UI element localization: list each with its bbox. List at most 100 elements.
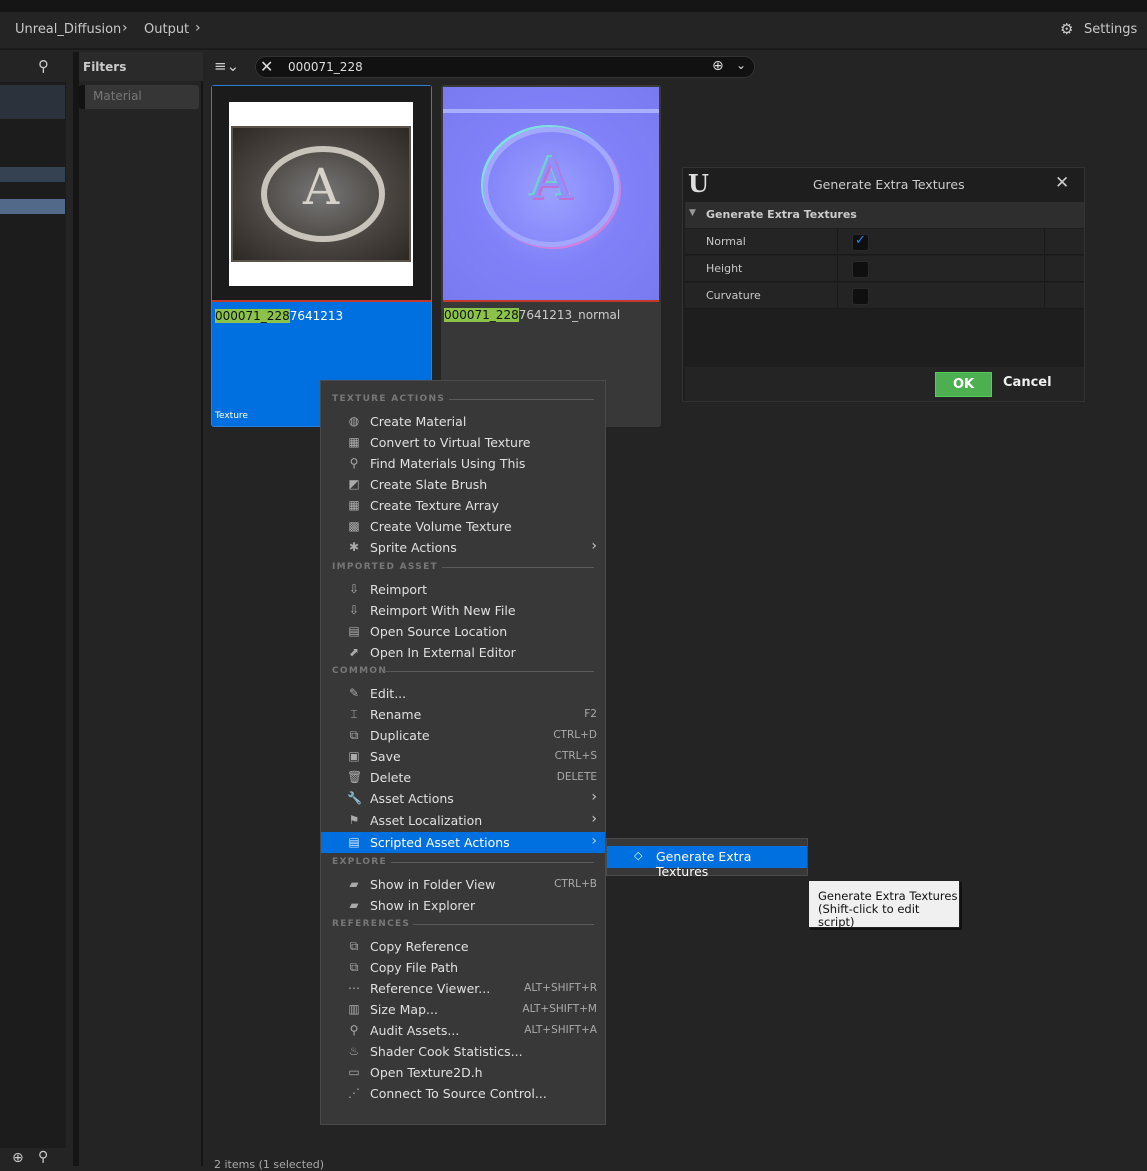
- close-icon[interactable]: ✕: [1055, 173, 1069, 193]
- code-icon: ▭: [348, 1065, 360, 1079]
- search-input[interactable]: ✕ 000071_228 ⊕ ⌄: [255, 56, 755, 78]
- divider: [449, 399, 594, 400]
- menu-item-delete[interactable]: 🗑 Delete DELETE: [321, 767, 605, 788]
- menu-item-reimport[interactable]: ⇩ Reimport: [321, 579, 605, 600]
- search-icon[interactable]: ⚲: [38, 1149, 48, 1165]
- checker-icon: ▦: [348, 435, 360, 449]
- sources-panel: ⚲ ⊕ ⚲: [0, 52, 66, 1166]
- menu-item-label: Asset Actions: [370, 791, 454, 806]
- menu-item-scripted-asset-actions[interactable]: ▤ Scripted Asset Actions ›: [321, 832, 605, 853]
- asset-tile[interactable]: A 000071_2287641213 Texture: [211, 85, 432, 427]
- status-text: 2 items (1 selected): [214, 1158, 325, 1171]
- menu-item-asset-localization[interactable]: ⚑ Asset Localization ›: [321, 810, 605, 831]
- filter-icon[interactable]: ≡⌄: [214, 57, 239, 75]
- menu-item-edit[interactable]: ✎ Edit...: [321, 683, 605, 704]
- menu-item-label: Delete: [370, 770, 412, 785]
- curvature-checkbox[interactable]: [852, 288, 869, 305]
- gear-icon[interactable]: ⚙: [1060, 20, 1073, 38]
- menu-item-convert-to-virtual-texture[interactable]: ▦ Convert to Virtual Texture: [321, 432, 605, 453]
- filter-chip-material[interactable]: Material: [79, 85, 199, 109]
- option-row-normal: Normal ✓: [685, 229, 1084, 255]
- add-icon[interactable]: ⊕: [12, 1150, 24, 1166]
- menu-item-label: Reference Viewer...: [370, 981, 491, 996]
- path-bar: Unreal_Diffusion › Output › ⚙ Settings: [0, 12, 1147, 50]
- shortcut-label: CTRL+D: [553, 729, 597, 741]
- source-control-icon: ⋰: [348, 1086, 360, 1100]
- chevron-right-icon[interactable]: ›: [122, 20, 128, 36]
- menu-item-label: Show in Folder View: [370, 877, 496, 892]
- reimport-icon: ⇩: [348, 603, 360, 617]
- menu-item-open-source-location[interactable]: ▤ Open Source Location: [321, 621, 605, 642]
- breadcrumb-output[interactable]: Output: [144, 22, 189, 37]
- reimport-icon: ⇩: [348, 582, 360, 596]
- menu-item-rename[interactable]: ⌶ Rename F2: [321, 704, 605, 725]
- menu-item-create-slate-brush[interactable]: ◩ Create Slate Brush: [321, 474, 605, 495]
- search-icon: ⚲: [349, 456, 359, 470]
- menu-section-header: COMMON: [332, 666, 388, 676]
- menu-item-label: Audit Assets...: [370, 1023, 460, 1038]
- menu-item-label: Create Volume Texture: [370, 519, 512, 534]
- filters-panel: Filters Material: [73, 52, 203, 1166]
- menu-item-label: Edit...: [370, 686, 407, 701]
- folder-item[interactable]: [0, 167, 65, 182]
- unreal-logo-icon: U: [688, 169, 709, 198]
- sizemap-icon: ▥: [348, 1002, 360, 1016]
- menu-item-audit-assets[interactable]: ⚲ Audit Assets... ALT+SHIFT+A: [321, 1020, 605, 1041]
- asset-tile[interactable]: A 000071_2287641213_normal: [441, 85, 661, 427]
- asset-type: Texture: [215, 411, 248, 421]
- menu-item-find-materials-using-this[interactable]: ⚲ Find Materials Using This: [321, 453, 605, 474]
- ok-button[interactable]: OK: [935, 372, 992, 397]
- menu-item-create-volume-texture[interactable]: ▩ Create Volume Texture: [321, 516, 605, 537]
- clear-icon[interactable]: ✕: [260, 57, 273, 76]
- menu-item-open-texture2d-h[interactable]: ▭ Open Texture2D.h: [321, 1062, 605, 1083]
- menu-item-shader-cook-statistics[interactable]: ♨ Shader Cook Statistics...: [321, 1041, 605, 1062]
- submenu: ◇ Generate Extra Textures: [606, 838, 808, 879]
- menu-item-copy-reference[interactable]: ⧉ Copy Reference: [321, 936, 605, 957]
- add-search-icon[interactable]: ⊕: [712, 58, 724, 74]
- menu-item-reimport-with-new-file[interactable]: ⇩ Reimport With New File: [321, 600, 605, 621]
- menu-item-size-map[interactable]: ▥ Size Map... ALT+SHIFT+M: [321, 999, 605, 1020]
- menu-item-show-in-explorer[interactable]: ▰ Show in Explorer: [321, 895, 605, 916]
- breadcrumb-unreal-diffusion[interactable]: Unreal_Diffusion: [15, 22, 121, 37]
- normal-checkbox[interactable]: ✓: [852, 233, 869, 251]
- menu-item-label: Copy Reference: [370, 939, 469, 954]
- checker-icon: ▦: [348, 498, 360, 512]
- menu-item-copy-file-path[interactable]: ⧉ Copy File Path: [321, 957, 605, 978]
- menu-item-label: Open Texture2D.h: [370, 1065, 483, 1080]
- cancel-button[interactable]: Cancel: [1003, 375, 1052, 390]
- copy-icon: ⧉: [349, 960, 359, 974]
- menu-item-create-texture-array[interactable]: ▦ Create Texture Array: [321, 495, 605, 516]
- menu-item-reference-viewer[interactable]: ⋯ Reference Viewer... ALT+SHIFT+R: [321, 978, 605, 999]
- chevron-right-icon: ›: [591, 833, 597, 849]
- menu-item-sprite-actions[interactable]: ✱ Sprite Actions ›: [321, 537, 605, 558]
- chevron-right-icon[interactable]: ›: [195, 20, 201, 36]
- title-bar: [0, 0, 1147, 12]
- folder-item[interactable]: [0, 85, 65, 119]
- chevron-right-icon: ›: [591, 538, 597, 554]
- divider: [391, 862, 594, 863]
- menu-item-connect-to-source-control[interactable]: ⋰ Connect To Source Control...: [321, 1083, 605, 1104]
- section-header[interactable]: ▼ Generate Extra Textures: [685, 202, 1084, 228]
- folder-item[interactable]: [0, 199, 65, 214]
- menu-item-label: Create Slate Brush: [370, 477, 488, 492]
- shortcut-label: CTRL+S: [554, 750, 597, 762]
- menu-item-duplicate[interactable]: ⧉ Duplicate CTRL+D: [321, 725, 605, 746]
- search-icon[interactable]: ⚲: [38, 57, 49, 75]
- emblem-image: A: [303, 158, 340, 216]
- option-label: Normal: [706, 235, 746, 248]
- checkmark-icon: ✓: [855, 233, 866, 248]
- settings-button[interactable]: Settings: [1084, 22, 1137, 37]
- section-title: Generate Extra Textures: [706, 208, 857, 221]
- menu-item-save[interactable]: ▣ Save CTRL+S: [321, 746, 605, 767]
- menu-item-open-in-external-editor[interactable]: ⬈ Open In External Editor: [321, 642, 605, 663]
- menu-item-label: Show in Explorer: [370, 898, 476, 913]
- menu-item-create-material[interactable]: ◍ Create Material: [321, 411, 605, 432]
- chevron-down-icon[interactable]: ⌄: [736, 58, 746, 72]
- audit-icon: ⚲: [349, 1023, 359, 1037]
- triangle-down-icon[interactable]: ▼: [689, 208, 696, 218]
- height-checkbox[interactable]: [852, 261, 869, 278]
- menu-item-generate-extra-textures[interactable]: ◇ Generate Extra Textures: [607, 846, 807, 879]
- menu-item-asset-actions[interactable]: 🔧 Asset Actions ›: [321, 788, 605, 809]
- menu-item-show-in-folder-view[interactable]: ▰ Show in Folder View CTRL+B: [321, 874, 605, 895]
- search-highlight: 000071_228: [215, 309, 290, 323]
